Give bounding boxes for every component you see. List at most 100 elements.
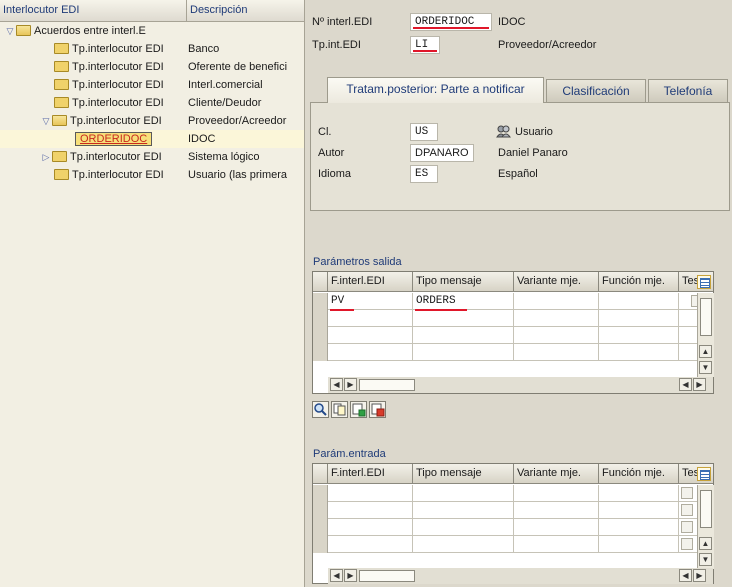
column-config-icon[interactable] <box>697 275 711 289</box>
col-message-type[interactable]: Tipo mensaje <box>413 272 514 292</box>
scroll-thumb[interactable] <box>700 490 712 528</box>
row-selector[interactable] <box>313 502 328 519</box>
scroll-down-icon[interactable]: ▼ <box>699 553 712 566</box>
cell-message-variant[interactable] <box>514 327 599 344</box>
tab-telephony[interactable]: Telefonía <box>648 79 728 103</box>
cell-message-variant[interactable] <box>514 502 599 519</box>
tree-node-usuario[interactable]: Tp.interlocutor EDI Usuario (las primera <box>0 166 304 184</box>
row-selector[interactable] <box>313 327 328 344</box>
row-selector[interactable] <box>313 310 328 327</box>
outbound-vscroll[interactable]: ▲ ▼ <box>697 293 714 377</box>
table-row[interactable] <box>313 502 713 519</box>
cell-message-variant[interactable] <box>514 344 599 361</box>
cell-message-function[interactable] <box>599 310 679 327</box>
scroll-left-icon[interactable]: ◀ <box>679 569 692 582</box>
tree-node-sistema-logico[interactable]: ▷ Tp.interlocutor EDI Sistema lógico <box>0 148 304 166</box>
tree-node-cliente[interactable]: Tp.interlocutor EDI Cliente/Deudor <box>0 94 304 112</box>
cell-partner-function[interactable] <box>328 310 413 327</box>
cell-partner-function[interactable] <box>328 344 413 361</box>
col-message-type[interactable]: Tipo mensaje <box>413 464 514 484</box>
table-row[interactable] <box>313 519 713 536</box>
test-checkbox[interactable] <box>681 504 693 516</box>
table-row[interactable]: PV ORDERS <box>313 293 713 310</box>
tree-expand-icon[interactable]: ▷ <box>40 148 52 166</box>
cell-message-variant[interactable] <box>514 293 599 310</box>
col-partner-function[interactable]: F.interl.EDI <box>328 272 413 292</box>
cell-message-type[interactable]: ORDERS <box>413 293 514 310</box>
column-config-icon[interactable] <box>697 467 711 481</box>
scroll-up-icon[interactable]: ▲ <box>699 345 712 358</box>
scroll-up-icon[interactable]: ▲ <box>699 537 712 550</box>
cell-message-type[interactable] <box>413 519 514 536</box>
tree-node-oferente[interactable]: Tp.interlocutor EDI Oferente de benefici <box>0 58 304 76</box>
row-selector[interactable] <box>313 344 328 361</box>
detail-button[interactable] <box>312 401 329 418</box>
cell-message-variant[interactable] <box>514 536 599 553</box>
tree-col-descripcion[interactable]: Descripción <box>190 4 247 16</box>
cell-message-function[interactable] <box>599 536 679 553</box>
test-checkbox[interactable] <box>681 538 693 550</box>
table-row[interactable] <box>313 310 713 327</box>
scroll-down-icon[interactable]: ▼ <box>699 361 712 374</box>
tree-node-banco[interactable]: Tp.interlocutor EDI Banco <box>0 40 304 58</box>
cell-message-type[interactable] <box>413 310 514 327</box>
outbound-hscroll[interactable]: ◀ ▶ ◀ ▶ <box>328 377 713 393</box>
tree-node-orderidoc[interactable]: ORDERIDOC IDOC <box>0 130 304 148</box>
cl-field[interactable]: US <box>410 123 438 141</box>
inbound-hscroll[interactable]: ◀ ▶ ◀ ▶ <box>328 568 713 584</box>
cell-message-function[interactable] <box>599 344 679 361</box>
cell-message-function[interactable] <box>599 502 679 519</box>
scroll-left-icon[interactable]: ◀ <box>330 378 343 391</box>
tab-classification[interactable]: Clasificación <box>546 79 646 103</box>
cell-message-type[interactable] <box>413 536 514 553</box>
col-message-variant[interactable]: Variante mje. <box>514 464 599 484</box>
tree-collapse-icon[interactable]: ▽ <box>4 22 16 40</box>
cell-partner-function[interactable] <box>328 536 413 553</box>
table-row[interactable] <box>313 485 713 502</box>
author-field[interactable]: DPANARO <box>410 144 474 162</box>
tab-notify[interactable]: Tratam.posterior: Parte a notificar <box>327 77 544 103</box>
tree-node-proveedor[interactable]: ▽ Tp.interlocutor EDI Proveedor/Acreedor <box>0 112 304 130</box>
cell-partner-function[interactable] <box>328 502 413 519</box>
tree-node-root[interactable]: ▽ Acuerdos entre interl.E <box>0 22 304 40</box>
cell-message-function[interactable] <box>599 485 679 502</box>
cell-message-variant[interactable] <box>514 485 599 502</box>
scroll-thumb[interactable] <box>359 379 415 391</box>
scroll-right-icon[interactable]: ▶ <box>693 378 706 391</box>
scroll-thumb[interactable] <box>700 298 712 336</box>
test-checkbox[interactable] <box>681 487 693 499</box>
cell-message-variant[interactable] <box>514 310 599 327</box>
row-selector[interactable] <box>313 485 328 502</box>
col-message-variant[interactable]: Variante mje. <box>514 272 599 292</box>
row-selector[interactable] <box>313 519 328 536</box>
test-checkbox[interactable] <box>681 521 693 533</box>
cell-partner-function[interactable]: PV <box>328 293 413 310</box>
cell-message-function[interactable] <box>599 519 679 536</box>
col-message-function[interactable]: Función mje. <box>599 272 679 292</box>
tree-col-interlocutor[interactable]: Interlocutor EDI <box>3 4 79 16</box>
scroll-left-icon[interactable]: ◀ <box>679 378 692 391</box>
scroll-thumb[interactable] <box>359 570 415 582</box>
scroll-right-icon[interactable]: ▶ <box>693 569 706 582</box>
cell-partner-function[interactable] <box>328 327 413 344</box>
scroll-right-icon[interactable]: ▶ <box>344 378 357 391</box>
row-selector[interactable] <box>313 536 328 553</box>
scroll-right-icon[interactable]: ▶ <box>344 569 357 582</box>
row-selector[interactable] <box>313 293 328 310</box>
copy-button[interactable] <box>331 401 348 418</box>
cell-message-function[interactable] <box>599 327 679 344</box>
create-button[interactable] <box>350 401 367 418</box>
scroll-left-icon[interactable]: ◀ <box>330 569 343 582</box>
table-row[interactable] <box>313 327 713 344</box>
tree-collapse-icon[interactable]: ▽ <box>40 112 52 130</box>
cell-message-variant[interactable] <box>514 519 599 536</box>
delete-button[interactable] <box>369 401 386 418</box>
col-message-function[interactable]: Función mje. <box>599 464 679 484</box>
cell-partner-function[interactable] <box>328 485 413 502</box>
inbound-vscroll[interactable]: ▲ ▼ <box>697 485 714 569</box>
cell-message-type[interactable] <box>413 344 514 361</box>
cell-message-function[interactable] <box>599 293 679 310</box>
col-partner-function[interactable]: F.interl.EDI <box>328 464 413 484</box>
tree-node-interl-comercial[interactable]: Tp.interlocutor EDI Interl.comercial <box>0 76 304 94</box>
cell-message-type[interactable] <box>413 485 514 502</box>
